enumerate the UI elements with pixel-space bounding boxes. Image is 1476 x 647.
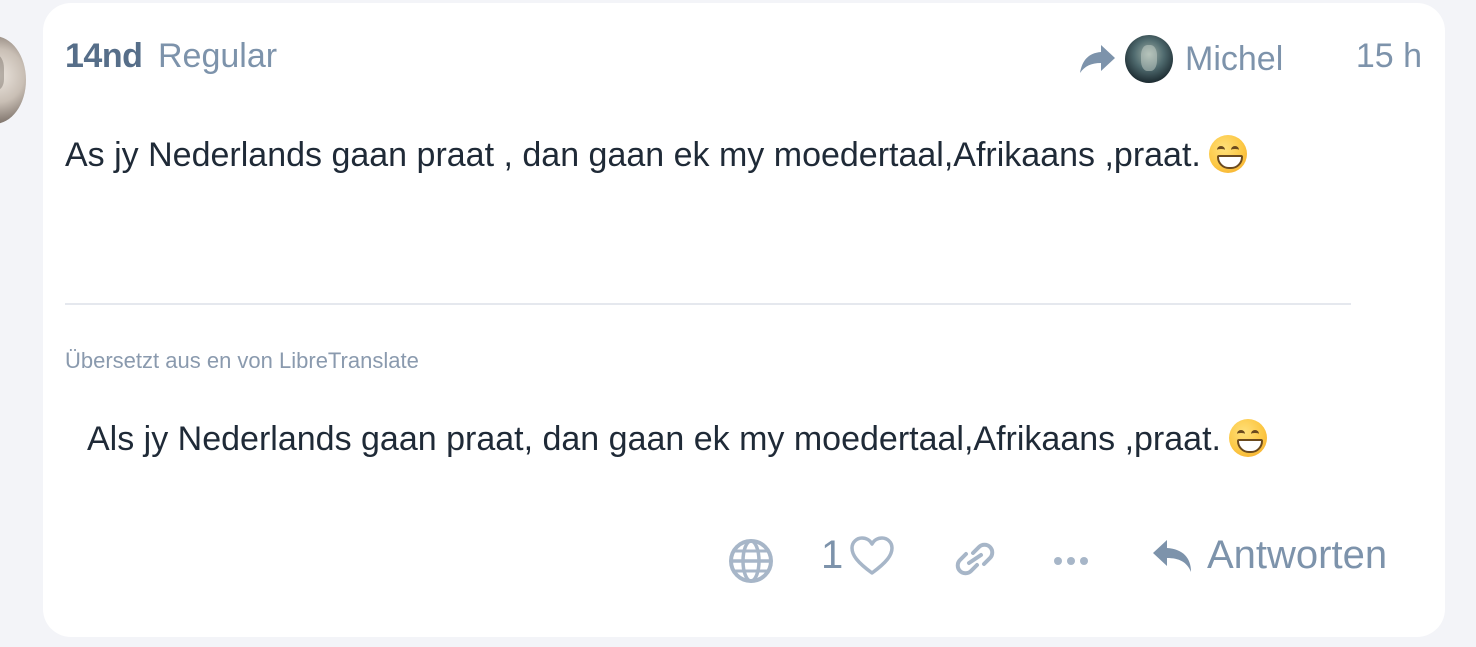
translation-note: Übersetzt aus en von LibreTranslate [65,348,419,373]
translated-body: Als jy Nederlands gaan praat, dan gaan e… [87,419,1267,459]
reply-label: Antworten [1207,533,1388,577]
reply-to-tab[interactable]: Michel [1077,33,1283,85]
grinning-face-emoji-icon [1228,419,1267,457]
reply-to-name: Michel [1185,39,1284,78]
translate-button[interactable] [729,539,773,583]
more-button[interactable] [1051,543,1091,579]
translated-body-text: Als jy Nederlands gaan praat, dan gaan e… [87,420,1221,458]
like-count: 1 [821,533,844,577]
copy-link-button[interactable] [953,541,997,577]
user-title: Regular [158,37,278,75]
like-button[interactable]: 1 [821,533,895,578]
more-icon [1054,557,1088,565]
post-body: As jy Nederlands gaan praat , dan gaan e… [65,135,1247,175]
heart-icon [850,535,894,575]
grinning-face-emoji-icon [1208,135,1247,173]
post-timestamp[interactable]: 15 h [1356,37,1422,76]
post-username[interactable]: 14nd [65,37,143,76]
globe-icon [729,539,773,583]
reply-icon [1153,539,1191,572]
reply-to-avatar [1125,35,1173,83]
divider [65,303,1351,305]
poster-avatar[interactable] [0,36,26,124]
link-icon [955,542,995,576]
post-card: 14nd Regular Michel 15 h As jy Nederland… [43,3,1445,637]
post-body-text: As jy Nederlands gaan praat , dan gaan e… [65,136,1201,174]
reply-button[interactable]: Antworten [1151,533,1387,578]
post-actions: 1 Antworten [43,523,1445,597]
share-arrow-icon [1080,45,1115,73]
